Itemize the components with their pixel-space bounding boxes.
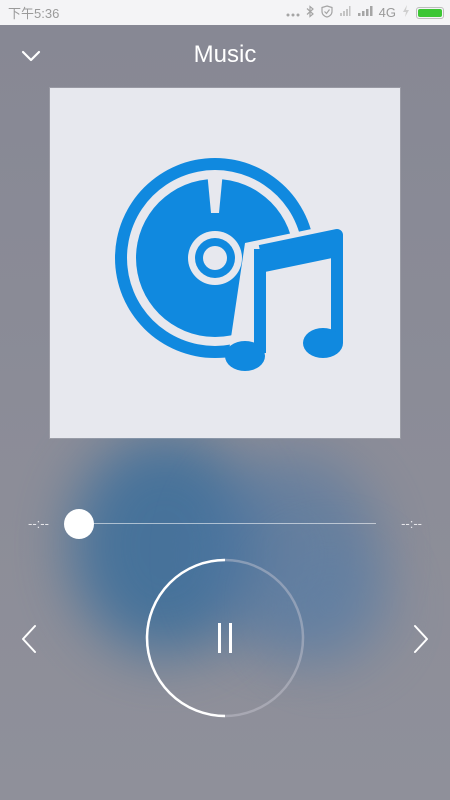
progress-thumb[interactable] xyxy=(64,509,94,539)
elapsed-time: --:-- xyxy=(28,516,49,531)
battery-level xyxy=(418,8,442,17)
music-disc-icon xyxy=(115,158,343,378)
previous-button[interactable] xyxy=(14,620,44,658)
signal-icon xyxy=(357,5,373,20)
total-duration: --:-- xyxy=(401,516,422,531)
charging-icon xyxy=(402,5,410,20)
chevron-down-icon xyxy=(21,50,41,62)
pause-icon-bar-right xyxy=(229,623,232,653)
status-icons: 4G xyxy=(286,4,444,21)
chevron-left-icon xyxy=(22,625,36,653)
album-art xyxy=(50,88,400,438)
next-button[interactable] xyxy=(406,620,436,658)
bluetooth-icon xyxy=(306,4,315,21)
battery-icon xyxy=(416,6,444,19)
pause-icon-bar-left xyxy=(218,623,221,653)
collapse-button[interactable] xyxy=(16,41,46,71)
signal-off-icon xyxy=(339,5,351,20)
page-title: Music xyxy=(193,41,257,68)
shield-icon xyxy=(321,4,333,21)
status-bar: 下午5:36 4G xyxy=(0,0,450,25)
header: Music xyxy=(0,25,450,85)
more-dots-icon xyxy=(286,5,300,20)
status-time: 下午5:36 xyxy=(8,6,60,21)
chevron-right-icon xyxy=(414,625,428,653)
network-type: 4G xyxy=(378,5,396,20)
pause-button[interactable] xyxy=(207,621,243,655)
progress-bar[interactable] xyxy=(78,523,376,524)
